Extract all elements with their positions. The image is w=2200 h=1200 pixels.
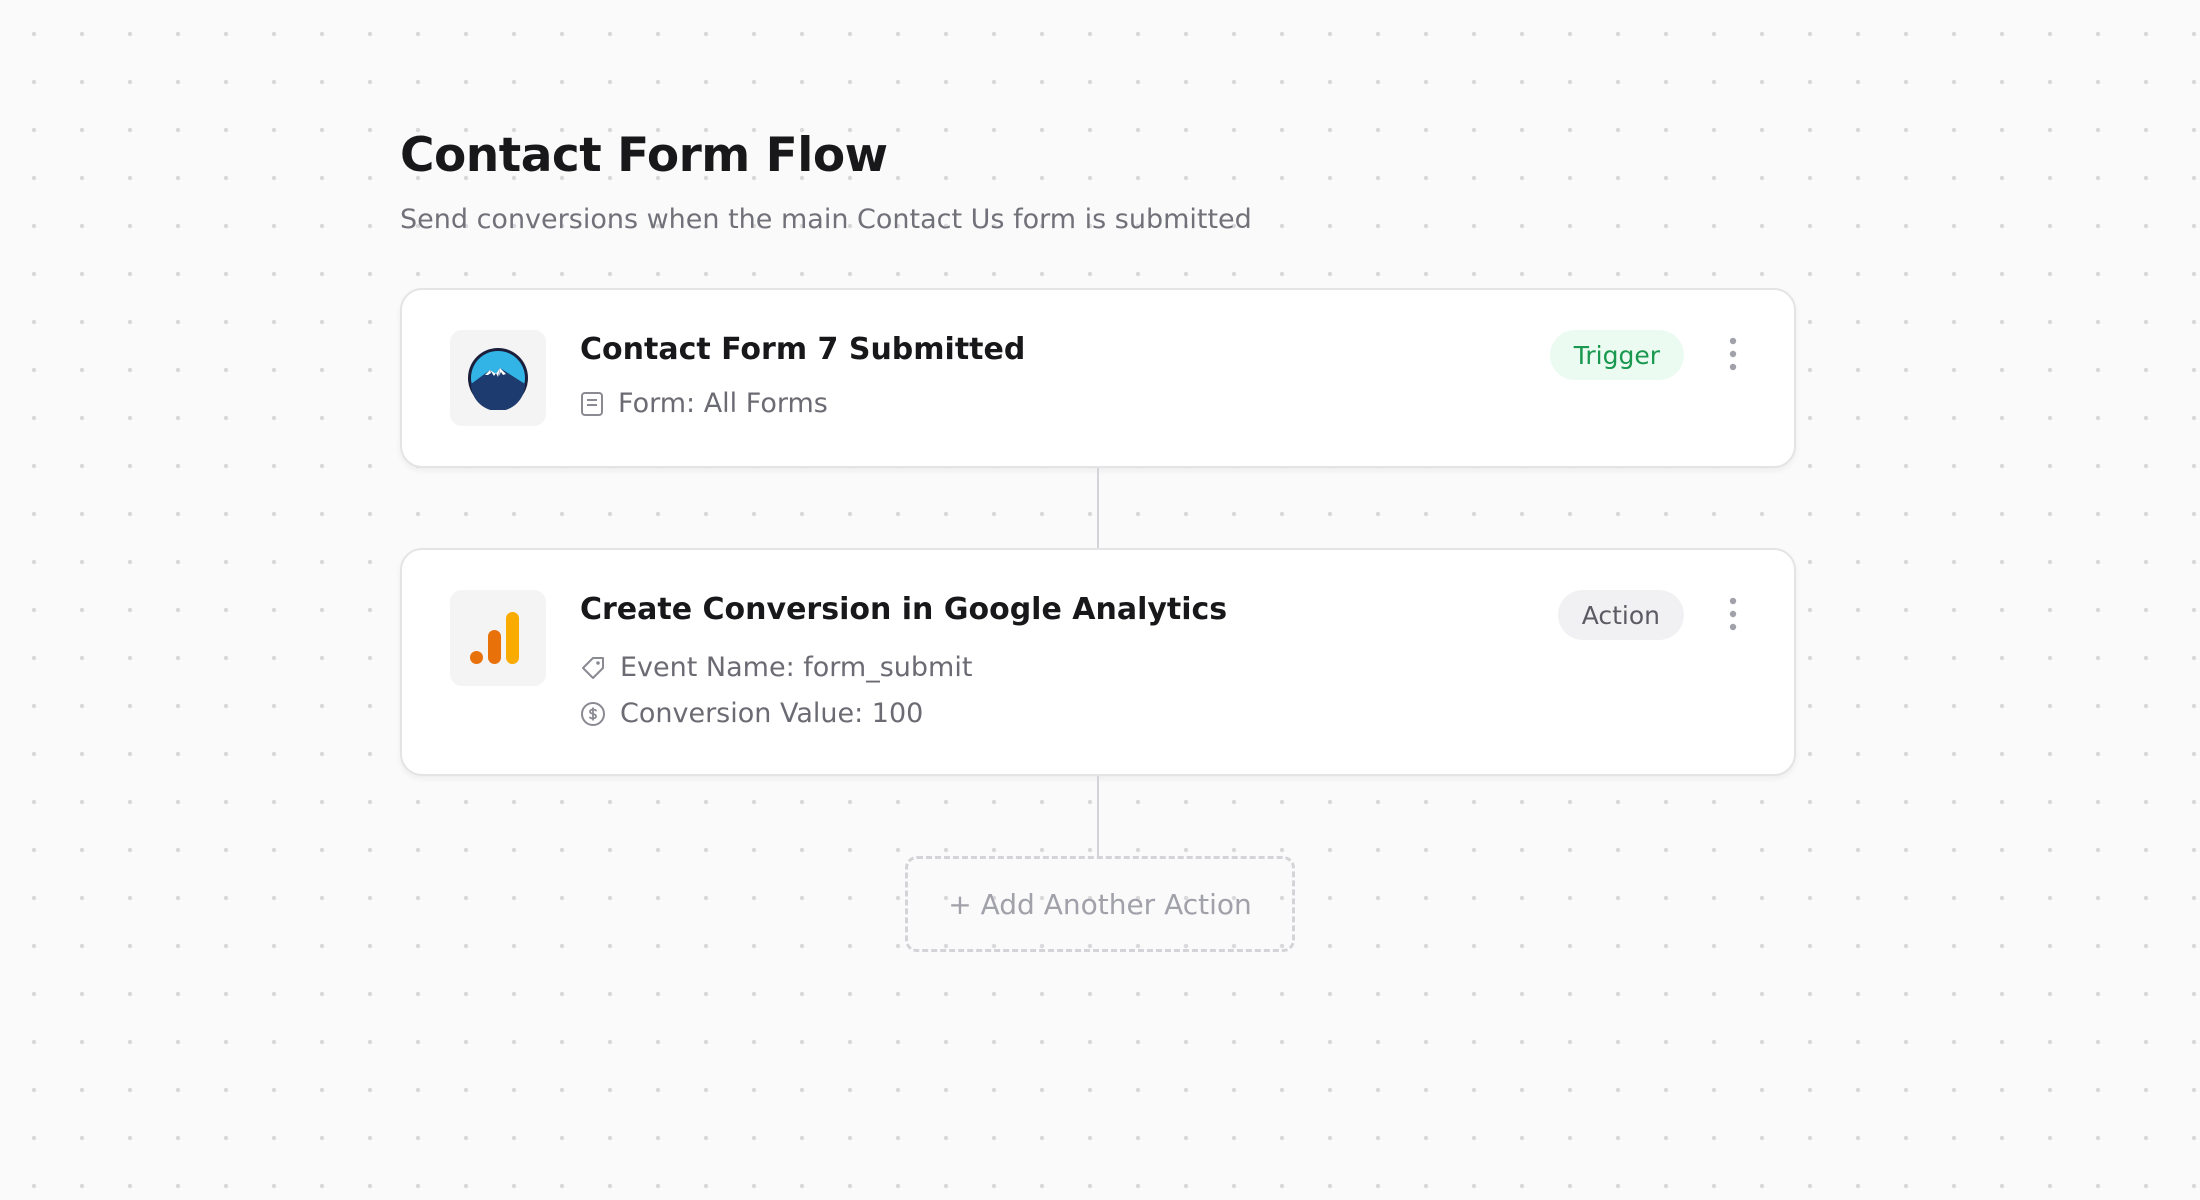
form-document-icon [581, 391, 603, 416]
trigger-form-row: Form: All Forms [580, 388, 828, 419]
trigger-card[interactable]: Contact Form 7 Submitted Form: All Forms… [400, 288, 1796, 468]
action-title: Create Conversion in Google Analytics [580, 592, 1228, 627]
action-value-label: Conversion Value: 100 [620, 698, 924, 729]
google-analytics-icon [470, 612, 519, 664]
trigger-form-label: Form: All Forms [618, 388, 828, 419]
google-analytics-logo-tile [450, 590, 546, 686]
trigger-badge: Trigger [1549, 330, 1684, 380]
dollar-circle-icon [581, 701, 605, 726]
page-subtitle: Send conversions when the main Contact U… [400, 204, 1252, 235]
action-badge: Action [1557, 590, 1684, 640]
flow-connector [1097, 776, 1099, 856]
contact-form-7-mountain-icon [468, 348, 528, 410]
tag-icon [582, 656, 604, 679]
page-title: Contact Form Flow [400, 128, 888, 183]
trigger-title: Contact Form 7 Submitted [580, 332, 1026, 367]
action-card[interactable]: Create Conversion in Google Analytics Ev… [400, 548, 1796, 776]
action-event-label: Event Name: form_submit [620, 652, 973, 683]
action-event-row: Event Name: form_submit [580, 652, 972, 683]
action-more-options-icon[interactable] [1726, 594, 1740, 634]
trigger-more-options-icon[interactable] [1726, 334, 1740, 374]
add-another-action-button[interactable]: + Add Another Action [905, 856, 1295, 952]
flow-connector [1097, 468, 1099, 548]
contact-form-7-logo-tile [450, 330, 546, 426]
action-value-row: Conversion Value: 100 [580, 698, 923, 729]
